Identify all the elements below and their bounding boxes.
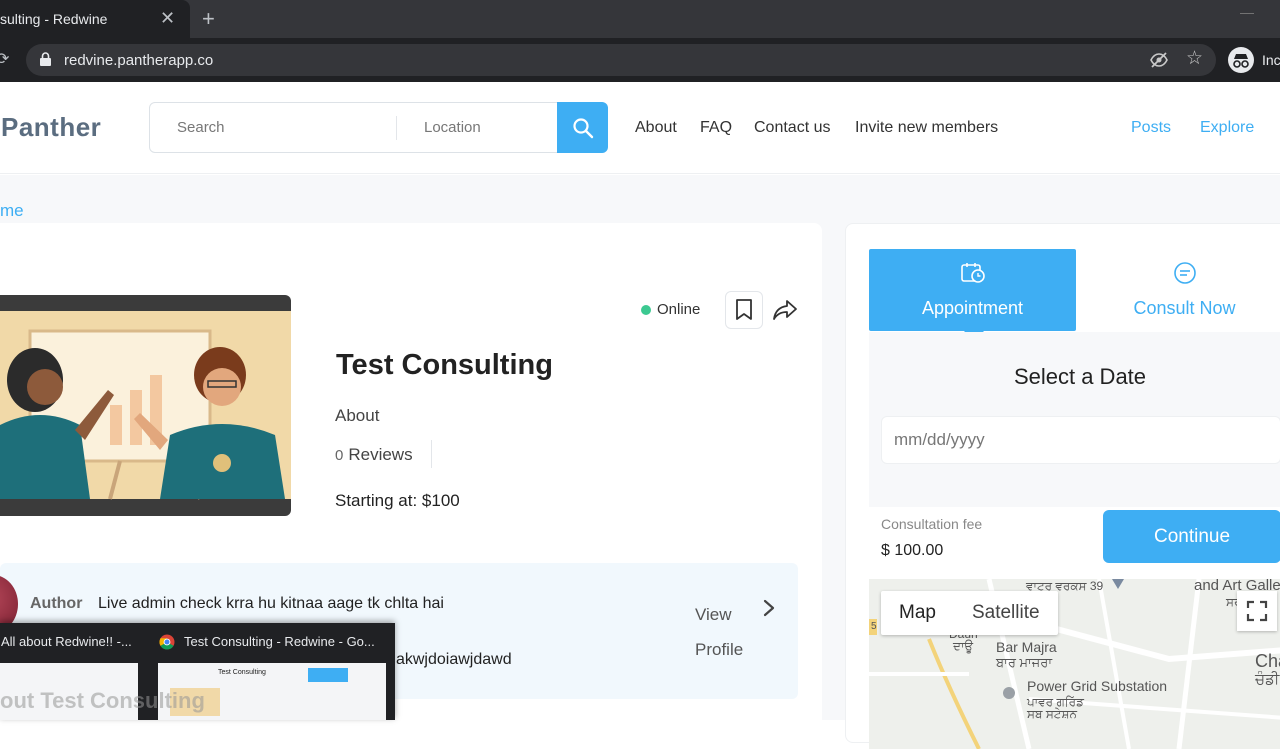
logo[interactable]: Panther	[1, 112, 101, 143]
reviews-divider	[431, 440, 432, 468]
chrome-icon	[159, 634, 175, 650]
map-label: Chan	[1255, 651, 1280, 671]
search-divider	[396, 116, 397, 140]
share-icon	[773, 300, 797, 320]
online-dot-icon	[641, 304, 651, 315]
bookmark-star-icon[interactable]: ☆	[1186, 47, 1203, 70]
taskbar-window-2-title: Test Consulting - Redwine - Go...	[184, 634, 375, 649]
search-bar	[149, 102, 608, 153]
omnibox[interactable]: redvine.pantherapp.co ☆	[26, 44, 1216, 76]
online-status-text: Online	[657, 301, 701, 318]
lock-icon	[40, 52, 51, 66]
author-label: Author	[30, 595, 83, 612]
nav-contact[interactable]: Contact us	[754, 119, 830, 137]
search-input[interactable]	[177, 103, 387, 152]
share-button[interactable]	[766, 291, 804, 329]
url-text: redvine.pantherapp.co	[64, 52, 214, 69]
nav-about[interactable]: About	[635, 119, 677, 137]
map-label: 5	[871, 621, 877, 632]
location-input[interactable]	[424, 103, 549, 152]
map-type-toggle: Map Satellite	[881, 591, 1058, 635]
business-image	[0, 295, 291, 516]
reviews[interactable]: 0 Reviews	[335, 445, 413, 465]
booking-card: Appointment Consult Now Select a Date mm…	[845, 223, 1280, 749]
address-bar: ⟳ redvine.pantherapp.co ☆	[0, 38, 1280, 82]
chat-icon	[1173, 262, 1196, 284]
incognito-label: Inc	[1262, 52, 1280, 68]
business-title: Test Consulting	[336, 349, 553, 381]
browser-tab-title: sulting - Redwine	[0, 11, 108, 27]
map-label: ਬਾਰ ਮਾਜਰਾ	[996, 655, 1053, 670]
view-profile-link[interactable]: View Profile	[695, 597, 743, 667]
chevron-right-icon[interactable]	[762, 599, 776, 617]
tab-appointment-label: Appointment	[921, 298, 1024, 318]
starting-price: Starting at: $100	[335, 491, 460, 510]
taskbar-preview-title: Test Consulting	[218, 669, 266, 676]
incognito-icon[interactable]	[1228, 47, 1254, 73]
map[interactable]: ਵਾਟਰ ਵਰਕਸ 39 and Art Galle ਸਰਕ Bar Majra…	[869, 579, 1280, 749]
nav-explore[interactable]: Explore	[1200, 119, 1254, 137]
search-button[interactable]	[557, 102, 608, 153]
fee-value: $ 100.00	[881, 542, 944, 559]
map-label: Bar Majra	[996, 639, 1057, 655]
reviews-label: Reviews	[348, 445, 413, 464]
taskbar-preview-tab	[308, 668, 348, 682]
author-text: Live admin check krra hu kitnaa aage tk …	[98, 595, 444, 612]
fullscreen-icon	[1246, 600, 1268, 622]
map-type-map[interactable]: Map	[881, 591, 954, 635]
nav-invite[interactable]: Invite new members	[855, 119, 998, 137]
breadcrumb-home[interactable]: me	[0, 201, 24, 221]
map-label: ਦਾਊ	[953, 639, 974, 653]
close-tab-icon[interactable]: ✕	[160, 8, 175, 29]
minimize-icon[interactable]: —	[1240, 4, 1254, 20]
reload-icon[interactable]: ⟳	[0, 49, 9, 69]
nav-posts[interactable]: Posts	[1131, 119, 1171, 137]
calendar-clock-icon	[960, 263, 985, 283]
map-label: ਚੰਡੀ	[1255, 671, 1280, 688]
taskbar-window-1-title: All about Redwine!! -...	[1, 634, 132, 649]
tab-appointment[interactable]: Appointment	[869, 249, 1076, 341]
map-label: Power Grid Substation	[1027, 678, 1168, 694]
online-status: Online	[641, 301, 700, 318]
eye-off-icon[interactable]	[1150, 51, 1168, 69]
date-panel: Select a Date mm/dd/yyyy	[869, 332, 1280, 507]
about-label[interactable]: About	[335, 406, 379, 426]
nav-faq[interactable]: FAQ	[700, 119, 732, 137]
review-count: 0	[335, 447, 344, 464]
date-input[interactable]: mm/dd/yyyy	[881, 416, 1280, 464]
view-profile-line2: Profile	[695, 640, 744, 659]
new-tab-button[interactable]: +	[202, 6, 215, 32]
search-icon	[572, 117, 593, 138]
fee-label: Consultation fee	[881, 516, 983, 532]
browser-tabstrip: sulting - Redwine ✕ + —	[0, 0, 1280, 38]
fullscreen-button[interactable]	[1237, 591, 1277, 631]
browser-tab[interactable]: sulting - Redwine ✕	[0, 0, 190, 38]
view-profile-line1: View	[695, 605, 732, 624]
tab-consult-label: Consult Now	[1133, 298, 1236, 318]
continue-button[interactable]: Continue	[1103, 510, 1280, 563]
booking-tabs: Appointment Consult Now	[869, 249, 1280, 341]
overlay-ghost-text: out Test Consulting	[0, 688, 205, 713]
tab-consult-now[interactable]: Consult Now	[1076, 249, 1280, 331]
site-header: Panther About FAQ Contact us Invite new …	[0, 82, 1280, 174]
map-type-satellite[interactable]: Satellite	[954, 591, 1058, 635]
select-date-heading: Select a Date	[1013, 364, 1147, 389]
bookmark-icon	[736, 299, 752, 320]
bookmark-button[interactable]	[725, 291, 763, 329]
